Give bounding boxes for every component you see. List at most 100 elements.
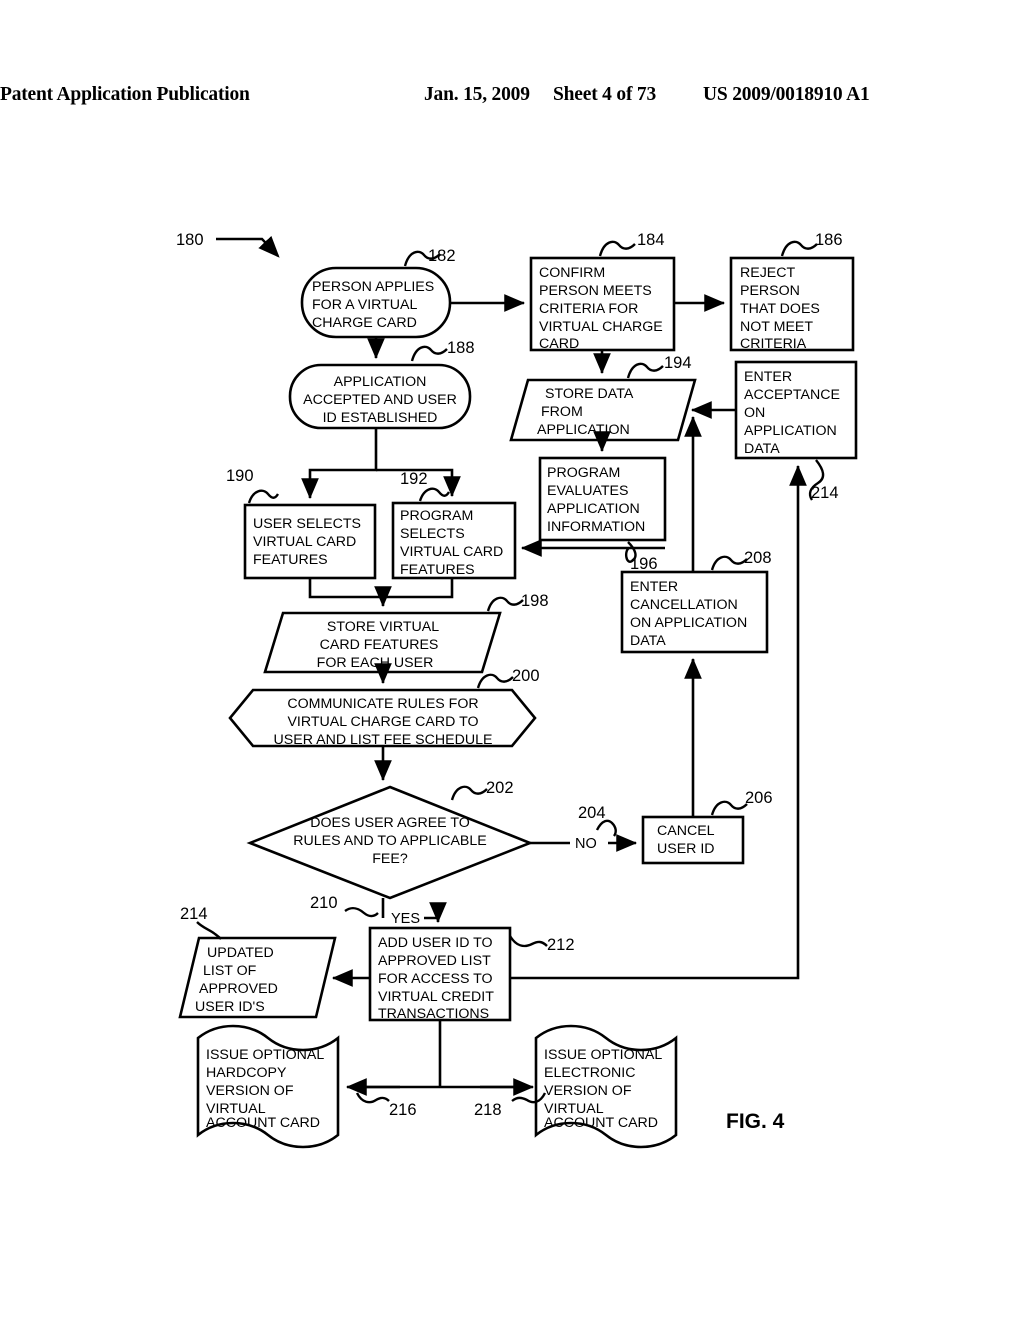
node-212-line-0: ADD USER ID TO	[378, 935, 493, 951]
ref-label-214-right: 214	[811, 484, 839, 502]
node-190-line-2: FEATURES	[253, 552, 328, 568]
node-216-line-2: VERSION OF	[206, 1083, 294, 1099]
ref-label-190: 190	[226, 467, 254, 485]
node-186-reject-person: REJECT PERSON THAT DOES NOT MEET CRITERI…	[729, 231, 855, 352]
node-184-line-0: CONFIRM	[539, 265, 605, 281]
ref-label-196: 196	[630, 555, 658, 573]
edge-212-right-up	[510, 470, 800, 980]
node-212-line-4: TRANSACTIONS	[378, 1006, 489, 1022]
node-208-line-3: DATA	[630, 633, 666, 649]
node-188-line-2: ID ESTABLISHED	[323, 410, 438, 426]
node-188-line-0: APPLICATION	[334, 374, 427, 390]
node-214-line-4: DATA	[744, 441, 780, 457]
node-196-line-2: APPLICATION	[547, 501, 640, 517]
edge-202-yes-b	[424, 902, 447, 924]
node-188-line-1: ACCEPTED AND USER	[303, 392, 457, 408]
edge-label-no: NO	[575, 836, 597, 852]
node-214-line-2: ON	[744, 405, 765, 421]
node-190-user-selects-features: USER SELECTS VIRTUAL CARD FEATURES 190	[226, 467, 377, 580]
ref-label-184: 184	[637, 231, 665, 249]
node-198-line-2: FOR EACH USER	[317, 655, 434, 671]
node-194-line-2: APPLICATION	[537, 422, 630, 438]
node-200-line-0: COMMUNICATE RULES FOR	[287, 696, 478, 712]
patent-figure-page: Patent Application Publication Jan. 15, …	[0, 0, 1024, 1320]
node-196-line-0: PROGRAM	[547, 465, 620, 481]
ref-label-198: 198	[521, 592, 549, 610]
node-186-line-2: THAT DOES	[740, 301, 820, 317]
ref-label-192: 192	[400, 470, 428, 488]
node-206-line-1: USER ID	[657, 841, 715, 857]
edge-188-to-190	[301, 428, 378, 500]
node-182-line-2: CHARGE CARD	[312, 315, 417, 331]
figure-ref-180: 180	[176, 231, 280, 258]
node-214-enter-acceptance: ENTER ACCEPTANCE ON APPLICATION DATA 214	[734, 360, 858, 502]
node-214b-updated-approved-list: UPDATED LIST OF APPROVED USER ID'S 214	[178, 905, 337, 1019]
node-198-line-0: STORE VIRTUAL	[327, 619, 439, 635]
node-212-line-2: FOR ACCESS TO	[378, 971, 493, 987]
node-184-line-1: PERSON MEETS	[539, 283, 652, 299]
node-194-line-0: STORE DATA	[545, 386, 634, 402]
node-186-line-4: CRITERIA	[740, 336, 807, 352]
node-212-line-1: APPROVED LIST	[378, 953, 491, 969]
ref-label-204: 204	[578, 804, 606, 822]
ref-label-186: 186	[815, 231, 843, 249]
node-192-line-0: PROGRAM	[400, 508, 473, 524]
node-196-line-1: EVALUATES	[547, 483, 628, 499]
node-192-program-selects-features: PROGRAM SELECTS VIRTUAL CARD FEATURES 19…	[391, 470, 517, 580]
edge-190-to-198	[308, 578, 392, 608]
node-190-line-0: USER SELECTS	[253, 516, 361, 532]
node-214b-line-1: LIST OF	[203, 963, 257, 979]
node-208-line-1: CANCELLATION	[630, 597, 738, 613]
ref-label-182: 182	[428, 247, 456, 265]
node-184-line-3: VIRTUAL CHARGE	[539, 319, 663, 335]
node-198-line-1: CARD FEATURES	[320, 637, 439, 653]
ref-label-208: 208	[744, 549, 772, 567]
ref-label-216: 216	[389, 1101, 417, 1119]
edge-label-yes: YES	[391, 911, 420, 927]
ref-label-218: 218	[474, 1101, 502, 1119]
ref-label-212: 212	[547, 936, 575, 954]
node-208-line-0: ENTER	[630, 579, 678, 595]
edge-192-to-198	[383, 578, 454, 599]
node-188-application-accepted: APPLICATION ACCEPTED AND USER ID ESTABLI…	[288, 339, 475, 430]
ref-label-214-left: 214	[180, 905, 208, 923]
node-186-line-0: REJECT	[740, 265, 796, 281]
node-214b-line-0: UPDATED	[207, 945, 274, 961]
node-216-line-1: HARDCOPY	[206, 1065, 287, 1081]
node-208-line-2: ON APPLICATION	[630, 615, 747, 631]
node-214b-line-3: USER ID'S	[195, 999, 265, 1015]
node-200-line-2: USER AND LIST FEE SCHEDULE	[274, 732, 493, 748]
node-194-line-1: FROM	[541, 404, 583, 420]
node-206-cancel-user-id: CANCEL USER ID 206	[641, 789, 773, 865]
ref-label-180: 180	[176, 231, 204, 249]
node-192-line-1: SELECTS	[400, 526, 465, 542]
node-186-line-3: NOT MEET	[740, 319, 813, 335]
node-200-communicate-rules: COMMUNICATE RULES FOR VIRTUAL CHARGE CAR…	[228, 667, 540, 748]
node-198-store-virtual-card-features: STORE VIRTUAL CARD FEATURES FOR EACH USE…	[263, 592, 549, 674]
figure-caption: FIG. 4	[726, 1110, 785, 1133]
node-214-line-0: ENTER	[744, 369, 792, 385]
node-218-line-2: VERSION OF	[544, 1083, 632, 1099]
node-202-line-0: DOES USER AGREE TO	[310, 815, 470, 831]
node-192-line-2: VIRTUAL CARD	[400, 544, 503, 560]
node-202-line-2: FEE?	[372, 851, 408, 867]
node-218-line-0: ISSUE OPTIONAL	[544, 1047, 662, 1063]
node-190-line-1: VIRTUAL CARD	[253, 534, 356, 550]
node-184-line-4: CARD	[539, 336, 579, 352]
node-196-program-evaluates: PROGRAM EVALUATES APPLICATION INFORMATIO…	[538, 456, 667, 573]
node-192-line-3: FEATURES	[400, 562, 475, 578]
node-216-line-4: ACCOUNT CARD	[206, 1115, 320, 1131]
node-216-line-0: ISSUE OPTIONAL	[206, 1047, 324, 1063]
node-214b-line-2: APPROVED	[199, 981, 278, 997]
ref-label-188: 188	[447, 339, 475, 357]
ref-label-194: 194	[664, 354, 692, 372]
node-186-line-1: PERSON	[740, 283, 800, 299]
node-214-line-1: ACCEPTANCE	[744, 387, 840, 403]
node-182-line-0: PERSON APPLIES	[312, 279, 434, 295]
node-196-line-3: INFORMATION	[547, 519, 645, 535]
ref-label-210: 210	[310, 894, 338, 912]
ref-label-202: 202	[486, 779, 514, 797]
node-218-line-4: ACCOUNT CARD	[544, 1115, 658, 1131]
node-200-line-1: VIRTUAL CHARGE CARD TO	[287, 714, 478, 730]
flowchart-figure: 180 PERSON APPLIES FOR A VIRTUAL CHARGE …	[176, 231, 858, 1149]
